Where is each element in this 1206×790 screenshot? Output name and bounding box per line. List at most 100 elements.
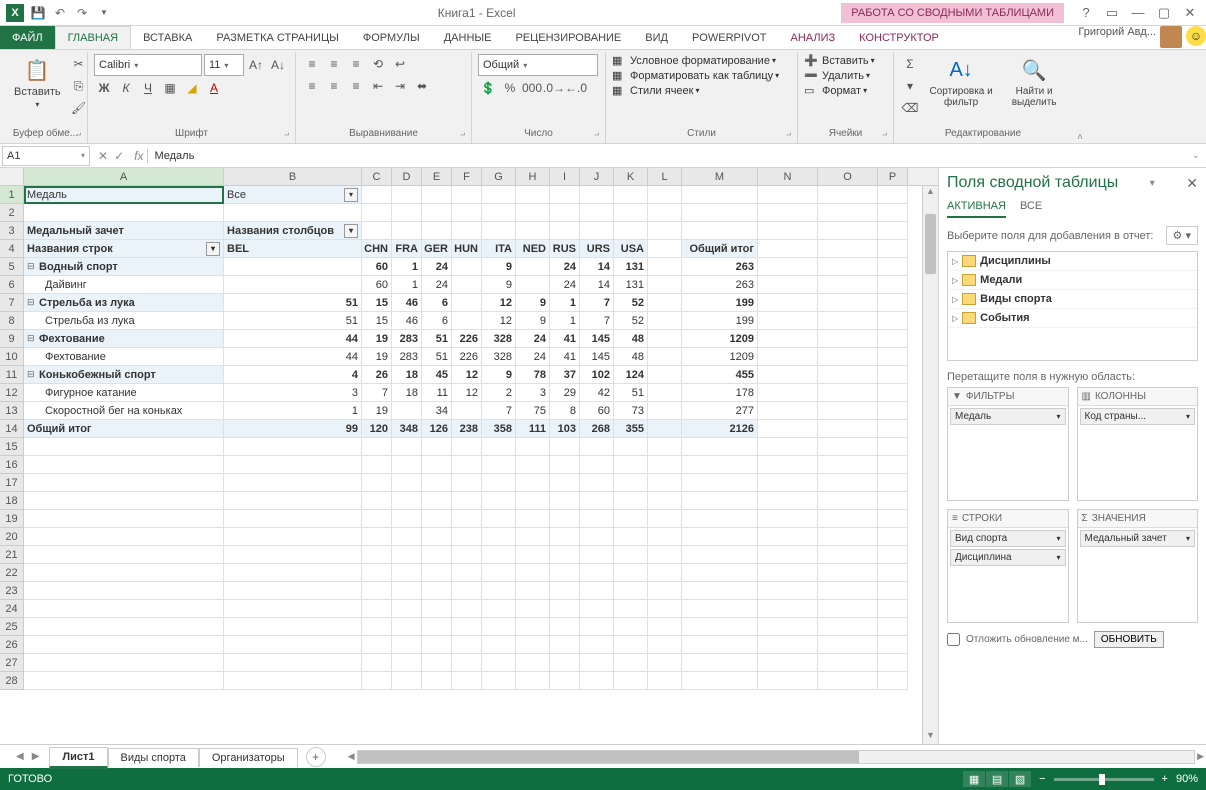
close-icon[interactable]: ✕ <box>1178 3 1202 23</box>
col-header-B[interactable]: B <box>224 168 362 185</box>
field-item[interactable]: ▷Виды спорта <box>948 290 1197 309</box>
user-avatar[interactable] <box>1160 26 1182 48</box>
user-name[interactable]: Григорий Авд... <box>1078 26 1156 49</box>
horizontal-scrollbar[interactable]: ◀▶ <box>346 750 1206 764</box>
tab-design[interactable]: КОНСТРУКТОР <box>847 26 951 49</box>
row-header-17[interactable]: 17 <box>0 474 24 492</box>
col-header-M[interactable]: M <box>682 168 758 185</box>
formula-input[interactable]: Медаль <box>148 150 1192 162</box>
row-header-3[interactable]: 3 <box>0 222 24 240</box>
defer-checkbox[interactable] <box>947 633 960 646</box>
zoom-slider[interactable] <box>1054 778 1154 781</box>
save-icon[interactable]: 💾 <box>30 5 46 21</box>
row-header-27[interactable]: 27 <box>0 654 24 672</box>
paste-button[interactable]: 📋Вставить▾ <box>10 54 65 126</box>
comma-icon[interactable]: 000 <box>522 78 542 98</box>
row-header-18[interactable]: 18 <box>0 492 24 510</box>
wrap-text-icon[interactable]: ↩ <box>390 54 410 74</box>
page-break-view-icon[interactable]: ▧ <box>1009 771 1031 787</box>
row-header-12[interactable]: 12 <box>0 384 24 402</box>
col-header-C[interactable]: C <box>362 168 392 185</box>
tab-insert[interactable]: ВСТАВКА <box>131 26 204 49</box>
sheet-nav-prev-icon[interactable]: ◀ <box>16 751 24 762</box>
align-left-icon[interactable]: ≡ <box>302 76 322 96</box>
sort-filter-button[interactable]: A↓Сортировка и фильтр <box>924 54 998 126</box>
row-header-25[interactable]: 25 <box>0 618 24 636</box>
fill-icon[interactable]: ▾ <box>900 76 920 96</box>
align-top-icon[interactable]: ≡ <box>302 54 322 74</box>
col-header-G[interactable]: G <box>482 168 516 185</box>
ribbon-options-icon[interactable]: ▭ <box>1100 3 1124 23</box>
col-header-J[interactable]: J <box>580 168 614 185</box>
row-header-26[interactable]: 26 <box>0 636 24 654</box>
tab-formulas[interactable]: ФОРМУЛЫ <box>351 26 432 49</box>
filter-field[interactable]: Медаль▾ <box>950 408 1066 425</box>
font-name-combo[interactable]: Calibri▾ <box>94 54 202 76</box>
sheet-tab-1[interactable]: Лист1 <box>49 747 107 769</box>
col-header-O[interactable]: O <box>818 168 878 185</box>
row-header-24[interactable]: 24 <box>0 600 24 618</box>
tab-page-layout[interactable]: РАЗМЕТКА СТРАНИЦЫ <box>204 26 350 49</box>
tab-home[interactable]: ГЛАВНАЯ <box>55 26 131 49</box>
col-header-H[interactable]: H <box>516 168 550 185</box>
align-bottom-icon[interactable]: ≡ <box>346 54 366 74</box>
tab-data[interactable]: ДАННЫЕ <box>432 26 504 49</box>
row-header-8[interactable]: 8 <box>0 312 24 330</box>
number-format-combo[interactable]: Общий▾ <box>478 54 598 76</box>
update-button[interactable]: ОБНОВИТЬ <box>1094 631 1164 648</box>
row-header-21[interactable]: 21 <box>0 546 24 564</box>
collapse-ribbon-icon[interactable]: ˄ <box>1072 52 1088 143</box>
maximize-icon[interactable]: ▢ <box>1152 3 1176 23</box>
align-center-icon[interactable]: ≡ <box>324 76 344 96</box>
row-header-19[interactable]: 19 <box>0 510 24 528</box>
tab-powerpivot[interactable]: POWERPIVOT <box>680 26 779 49</box>
name-box[interactable]: A1▾ <box>2 146 90 166</box>
row-field-2[interactable]: Дисциплина▾ <box>950 549 1066 566</box>
format-as-table-button[interactable]: ▦Форматировать как таблицу▾ <box>612 69 791 82</box>
find-select-button[interactable]: 🔍Найти и выделить <box>1002 54 1066 126</box>
tab-view[interactable]: ВИД <box>633 26 680 49</box>
col-header-E[interactable]: E <box>422 168 452 185</box>
col-header-A[interactable]: A <box>24 168 224 185</box>
tab-file[interactable]: ФАЙЛ <box>0 26 55 49</box>
field-item[interactable]: ▷Медали <box>948 271 1197 290</box>
accept-formula-icon[interactable]: ✓ <box>114 149 124 163</box>
percent-icon[interactable]: % <box>500 78 520 98</box>
clear-icon[interactable]: ⌫ <box>900 98 920 118</box>
cell-styles-button[interactable]: ▦Стили ячеек▾ <box>612 84 791 97</box>
font-color-icon[interactable]: A <box>204 78 224 98</box>
delete-cells-button[interactable]: ➖Удалить▾ <box>804 69 887 82</box>
cut-icon[interactable]: ✂ <box>69 54 89 74</box>
col-header-P[interactable]: P <box>878 168 908 185</box>
insert-cells-button[interactable]: ➕Вставить▾ <box>804 54 887 67</box>
pane-dropdown-icon[interactable]: ▾ <box>1150 178 1155 189</box>
field-item[interactable]: ▷События <box>948 309 1197 328</box>
row-header-28[interactable]: 28 <box>0 672 24 690</box>
decrease-indent-icon[interactable]: ⇤ <box>368 76 388 96</box>
field-item[interactable]: ▷Дисциплины <box>948 252 1197 271</box>
currency-icon[interactable]: 💲 <box>478 78 498 98</box>
pane-tools-icon[interactable]: ⚙ ▾ <box>1166 226 1198 245</box>
row-header-4[interactable]: 4 <box>0 240 24 258</box>
row-header-10[interactable]: 10 <box>0 348 24 366</box>
values-area[interactable]: ΣЗНАЧЕНИЯ Медальный зачет▾ <box>1077 509 1199 623</box>
zoom-out-icon[interactable]: − <box>1039 773 1045 785</box>
vertical-scrollbar[interactable]: ▲▼ <box>922 186 938 744</box>
row-field-1[interactable]: Вид спорта▾ <box>950 530 1066 547</box>
bold-icon[interactable]: Ж <box>94 78 114 98</box>
column-field[interactable]: Код страны...▾ <box>1080 408 1196 425</box>
row-header-9[interactable]: 9 <box>0 330 24 348</box>
format-painter-icon[interactable]: 🖌 <box>69 98 89 118</box>
help-icon[interactable]: ? <box>1074 3 1098 23</box>
row-header-15[interactable]: 15 <box>0 438 24 456</box>
qat-customize-icon[interactable]: ▼ <box>96 5 112 21</box>
row-header-5[interactable]: 5 <box>0 258 24 276</box>
row-header-7[interactable]: 7 <box>0 294 24 312</box>
sheet-tab-3[interactable]: Организаторы <box>199 748 298 767</box>
conditional-format-button[interactable]: ▦Условное форматирование▾ <box>612 54 791 67</box>
orientation-icon[interactable]: ⟲ <box>368 54 388 74</box>
columns-area[interactable]: ▥КОЛОННЫ Код страны...▾ <box>1077 387 1199 501</box>
sheet-nav-next-icon[interactable]: ▶ <box>32 751 40 762</box>
close-pane-icon[interactable]: ✕ <box>1186 175 1198 192</box>
pane-tab-all[interactable]: ВСЕ <box>1020 200 1042 218</box>
